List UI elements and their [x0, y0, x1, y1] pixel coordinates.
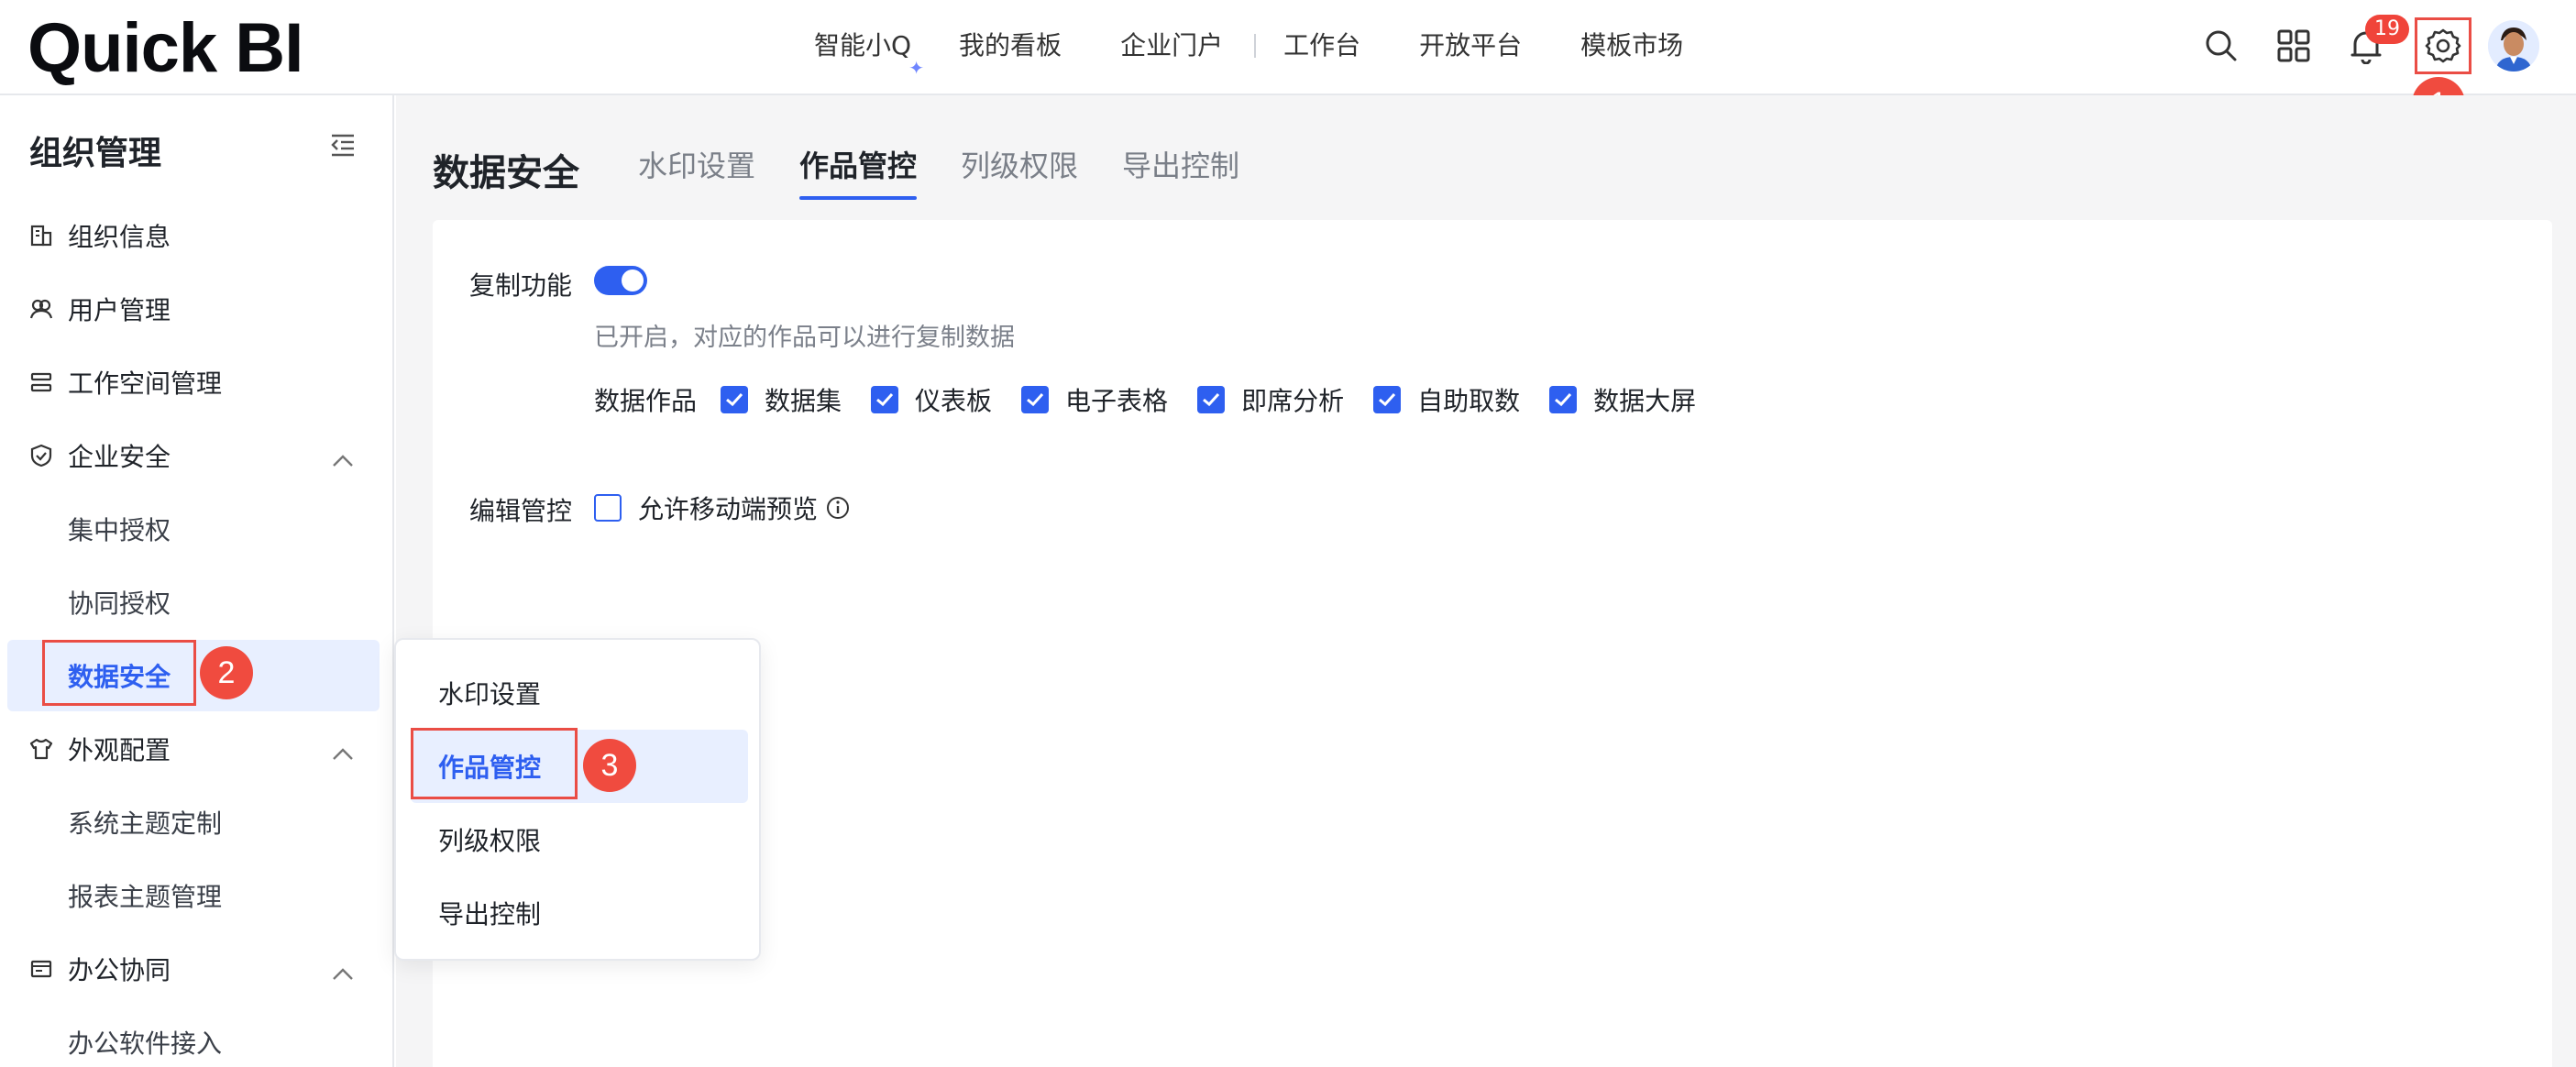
checkbox-spreadsheet[interactable]: 电子表格: [1021, 381, 1168, 418]
nav-item-portal[interactable]: 企业门户: [1120, 0, 1223, 92]
checkbox-data-screen[interactable]: 数据大屏: [1549, 381, 1696, 418]
checkbox-label: 电子表格: [1065, 386, 1169, 416]
checkbox-mobile-preview[interactable]: 允许移动端预览: [594, 490, 851, 526]
nav-item-my-boards[interactable]: 我的看板: [959, 0, 1062, 92]
sidebar-item-office-collab[interactable]: 办公协同: [0, 933, 380, 1005]
sidebar-title: 组织管理: [29, 135, 162, 172]
highlight-box: [411, 728, 578, 799]
top-bar: Quick BI 智能小Q ✦ 我的看板 企业门户 工作台 开放平台 模板市场 …: [0, 0, 2576, 95]
building-icon: [28, 222, 55, 249]
tab-watermark[interactable]: 水印设置: [638, 143, 755, 200]
avatar[interactable]: [2488, 20, 2539, 72]
sidebar-item-central-auth[interactable]: 集中授权: [0, 493, 380, 565]
sidebar-item-label: 工作空间管理: [68, 368, 223, 399]
flyout-item-export-control[interactable]: 导出控制: [411, 876, 748, 950]
chevron-up-icon[interactable]: [332, 957, 354, 987]
info-icon[interactable]: [825, 495, 851, 521]
shirt-icon: [28, 735, 55, 763]
checkbox-checked-icon[interactable]: [871, 386, 899, 413]
sidebar-item-enterprise-security[interactable]: 企业安全: [0, 420, 380, 491]
sidebar-item-workspace-management[interactable]: 工作空间管理: [0, 346, 380, 418]
sidebar-item-theme-customization[interactable]: 系统主题定制: [0, 786, 380, 858]
nav-item-template-market[interactable]: 模板市场: [1580, 0, 1683, 92]
chevron-up-icon[interactable]: [332, 737, 354, 767]
data-works-row: 数据作品 数据集 仪表板 电子表格 即席分析 自助取数 数据大屏: [594, 381, 1725, 418]
sidebar-item-report-theme[interactable]: 报表主题管理: [0, 860, 380, 931]
workspace-icon: [28, 368, 55, 396]
search-icon[interactable]: [2196, 20, 2247, 72]
checkbox-checked-icon[interactable]: [721, 386, 749, 413]
users-icon: [28, 295, 55, 323]
tab-bar: 水印设置 作品管控 列级权限 导出控制: [638, 143, 1283, 200]
checkbox-label: 自助取数: [1417, 386, 1521, 416]
copy-description: 已开启，对应的作品可以进行复制数据: [594, 324, 1015, 352]
checkbox-label: 即席分析: [1241, 386, 1345, 416]
collapse-sidebar-icon[interactable]: [330, 132, 356, 158]
gear-icon[interactable]: [2415, 17, 2471, 74]
step-marker-3: 3: [583, 739, 636, 792]
checkbox-adhoc-analysis[interactable]: 即席分析: [1197, 381, 1344, 418]
office-icon: [28, 955, 55, 983]
edit-control-label: 编辑管控: [469, 496, 573, 526]
sidebar: 组织管理 组织信息 用户管理 工作空间管理 企业安全 集中授权 协同授权 数据安…: [0, 95, 394, 1067]
nav-item-label: 智能小Q: [814, 30, 912, 60]
apps-grid-icon[interactable]: [2268, 20, 2319, 72]
checkbox-dashboard[interactable]: 仪表板: [871, 381, 992, 418]
sidebar-item-org-info[interactable]: 组织信息: [0, 200, 380, 271]
sidebar-item-office-software[interactable]: 办公软件接入: [0, 1006, 380, 1067]
checkbox-label: 数据大屏: [1593, 386, 1697, 416]
data-works-label: 数据作品: [594, 386, 698, 416]
checkbox-label: 数据集: [765, 386, 842, 416]
tab-work-control[interactable]: 作品管控: [799, 143, 918, 200]
chevron-up-icon[interactable]: [332, 444, 354, 474]
highlight-box: [42, 640, 196, 706]
sidebar-item-label: 办公协同: [68, 955, 171, 985]
nav-item-workbench[interactable]: 工作台: [1283, 0, 1360, 92]
shield-icon: [28, 442, 55, 469]
sidebar-item-label: 组织信息: [68, 222, 171, 252]
nav-item-smart-q[interactable]: 智能小Q ✦: [814, 0, 924, 92]
top-navigation: 智能小Q ✦ 我的看板 企业门户 工作台 开放平台 模板市场: [814, 0, 1742, 92]
sidebar-item-collab-auth[interactable]: 协同授权: [0, 566, 380, 638]
flyout-item-column-permission[interactable]: 列级权限: [411, 803, 748, 876]
copy-feature-label: 复制功能: [469, 270, 573, 301]
nav-divider: [1254, 34, 1257, 58]
checkbox-unchecked-icon[interactable]: [594, 494, 622, 522]
flyout-item-watermark[interactable]: 水印设置: [411, 656, 748, 730]
checkbox-checked-icon[interactable]: [1021, 386, 1050, 413]
nav-item-open-platform[interactable]: 开放平台: [1419, 0, 1522, 92]
checkbox-dataset[interactable]: 数据集: [721, 381, 842, 418]
checkbox-checked-icon[interactable]: [1197, 386, 1226, 413]
sidebar-item-label: 用户管理: [68, 295, 171, 325]
sidebar-item-label: 企业安全: [68, 442, 171, 472]
copy-toggle[interactable]: [594, 266, 647, 295]
checkbox-checked-icon[interactable]: [1549, 386, 1578, 413]
checkbox-label: 仪表板: [915, 386, 993, 416]
sidebar-item-appearance[interactable]: 外观配置: [0, 713, 380, 785]
checkbox-checked-icon[interactable]: [1373, 386, 1402, 413]
submenu-flyout: 水印设置 作品管控 列级权限 导出控制: [394, 638, 761, 961]
notification-badge: 19: [2365, 15, 2409, 44]
app-logo[interactable]: Quick BI: [28, 7, 303, 90]
page-title: 数据安全: [433, 152, 579, 194]
tab-export-control[interactable]: 导出控制: [1122, 143, 1239, 200]
checkbox-self-service-fetch[interactable]: 自助取数: [1373, 381, 1520, 418]
sidebar-item-user-management[interactable]: 用户管理: [0, 273, 380, 345]
checkbox-label: 允许移动端预览: [638, 494, 819, 524]
step-marker-2: 2: [200, 646, 253, 699]
tab-column-permission[interactable]: 列级权限: [961, 143, 1078, 200]
sidebar-item-label: 外观配置: [68, 735, 171, 765]
